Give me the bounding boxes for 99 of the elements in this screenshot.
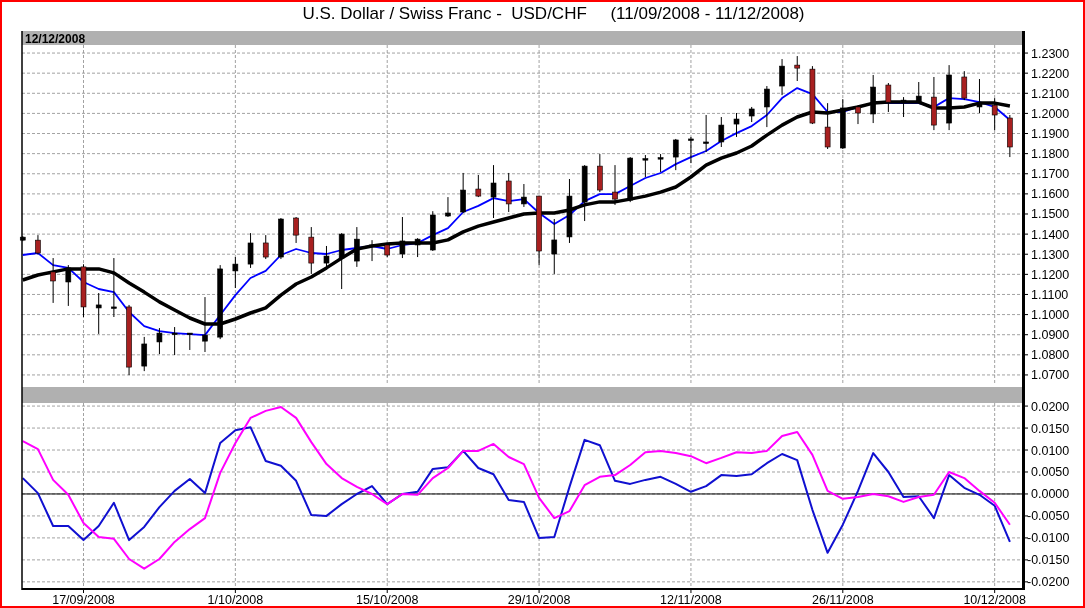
axis-label: -0.0150	[1027, 553, 1070, 568]
axis-label: 17/09/2008	[52, 593, 115, 606]
candlestick	[733, 112, 740, 138]
candlestick	[900, 96, 907, 118]
candlestick	[202, 296, 208, 353]
candlestick	[247, 232, 254, 269]
candlestick	[126, 304, 132, 376]
candlestick	[521, 183, 527, 208]
candlestick	[991, 97, 998, 131]
axis-label: 0.0100	[1031, 443, 1070, 458]
candlestick	[95, 292, 102, 335]
candlestick	[688, 136, 694, 164]
candlestick	[232, 256, 239, 289]
candlestick	[885, 82, 892, 113]
axis-label: 1.1400	[1031, 227, 1070, 242]
axis-label: -0.0100	[1027, 531, 1070, 546]
axis-label: 15/10/2008	[355, 593, 419, 606]
candlestick	[445, 196, 451, 218]
candlestick	[65, 264, 72, 307]
candlestick	[399, 216, 406, 259]
candlestick	[536, 195, 542, 266]
candlestick	[855, 104, 861, 125]
candlestick	[278, 217, 284, 260]
candlestick	[475, 174, 482, 198]
axis-label: 1.2300	[1031, 46, 1070, 61]
candlestick	[1007, 114, 1013, 158]
candlestick	[460, 172, 466, 214]
axis-label: 1.1500	[1031, 207, 1070, 222]
candlestick	[308, 226, 315, 275]
axis-label: 1.0900	[1031, 328, 1070, 343]
candlestick	[429, 210, 436, 252]
axis-label: -0.0200	[1027, 575, 1070, 590]
axis-label: 0.0150	[1031, 421, 1070, 436]
candlestick	[718, 116, 725, 148]
axis-label: 0.0050	[1031, 465, 1070, 480]
candlestick	[111, 257, 117, 318]
candlestick	[490, 164, 497, 219]
candlestick	[748, 106, 755, 123]
candlestick	[946, 64, 952, 131]
axis-label: 1.1100	[1031, 287, 1069, 302]
axis-label: 1.2000	[1031, 106, 1070, 121]
candlestick	[794, 55, 801, 82]
candlestick	[262, 234, 269, 260]
candlestick	[961, 70, 968, 101]
candlestick	[566, 178, 573, 244]
candlestick	[171, 326, 178, 356]
chart-title: U.S. Dollar / Swiss Franc - USD/CHF (11/09/2008 - 11/12/2008)	[301, 3, 806, 25]
candlestick	[779, 58, 785, 96]
candlestick	[369, 239, 375, 262]
candlestick	[323, 245, 330, 268]
candlestick	[50, 257, 56, 304]
candlestick	[505, 172, 512, 213]
axis-label: 29/10/2008	[507, 593, 571, 606]
candlestick	[809, 65, 816, 125]
candlestick	[80, 263, 87, 318]
axis-label: 1.1700	[1031, 167, 1070, 182]
candlestick	[141, 336, 148, 372]
axis-label: 1.2200	[1031, 66, 1070, 81]
candlestick	[384, 242, 391, 258]
candlestick	[870, 74, 876, 124]
candlestick	[338, 232, 345, 290]
candlestick	[824, 102, 831, 150]
candlestick	[35, 234, 41, 255]
axis-label: -0.0050	[1027, 509, 1070, 524]
candlestick	[612, 164, 618, 206]
candlestick	[703, 114, 709, 153]
candlestick	[672, 138, 679, 171]
axis-label: 1.1200	[1031, 267, 1070, 282]
axis-label: 0.0200	[1031, 399, 1070, 414]
candlestick	[627, 156, 633, 203]
axis-label: 10/12/2008	[963, 593, 1026, 606]
axis-label: 26/11/2008	[812, 593, 874, 606]
candlestick	[597, 153, 603, 193]
candlestick	[642, 154, 649, 178]
axis-label: 1.1300	[1031, 247, 1070, 262]
candlestick	[976, 78, 983, 114]
candlestick	[840, 98, 846, 150]
axis-label: 1.1000	[1031, 308, 1070, 323]
candlestick	[551, 218, 558, 275]
axis-label: 1.1900	[1031, 127, 1070, 141]
candlestick	[414, 237, 421, 258]
candlestick	[293, 216, 299, 244]
candlestick	[354, 226, 360, 268]
axis-label: 1.1800	[1031, 147, 1070, 162]
candlestick	[187, 332, 193, 351]
axis-label: 1.2100	[1031, 86, 1070, 101]
axis-label: 1.1600	[1031, 187, 1070, 202]
panel-date-label: 12/12/2008	[25, 31, 86, 46]
candlestick	[156, 327, 163, 355]
candlestick	[657, 153, 664, 173]
candlestick	[931, 76, 937, 131]
candlestick	[581, 164, 588, 222]
axis-label: 12/11/2008	[660, 593, 722, 606]
candlestick	[915, 81, 922, 104]
candlestick	[764, 85, 770, 128]
axis-label: 1/10/2008	[207, 593, 264, 606]
axis-label: 0.0000	[1031, 487, 1070, 502]
axis-label: 1.0800	[1031, 348, 1070, 363]
axis-label: 1.0700	[1031, 368, 1070, 383]
